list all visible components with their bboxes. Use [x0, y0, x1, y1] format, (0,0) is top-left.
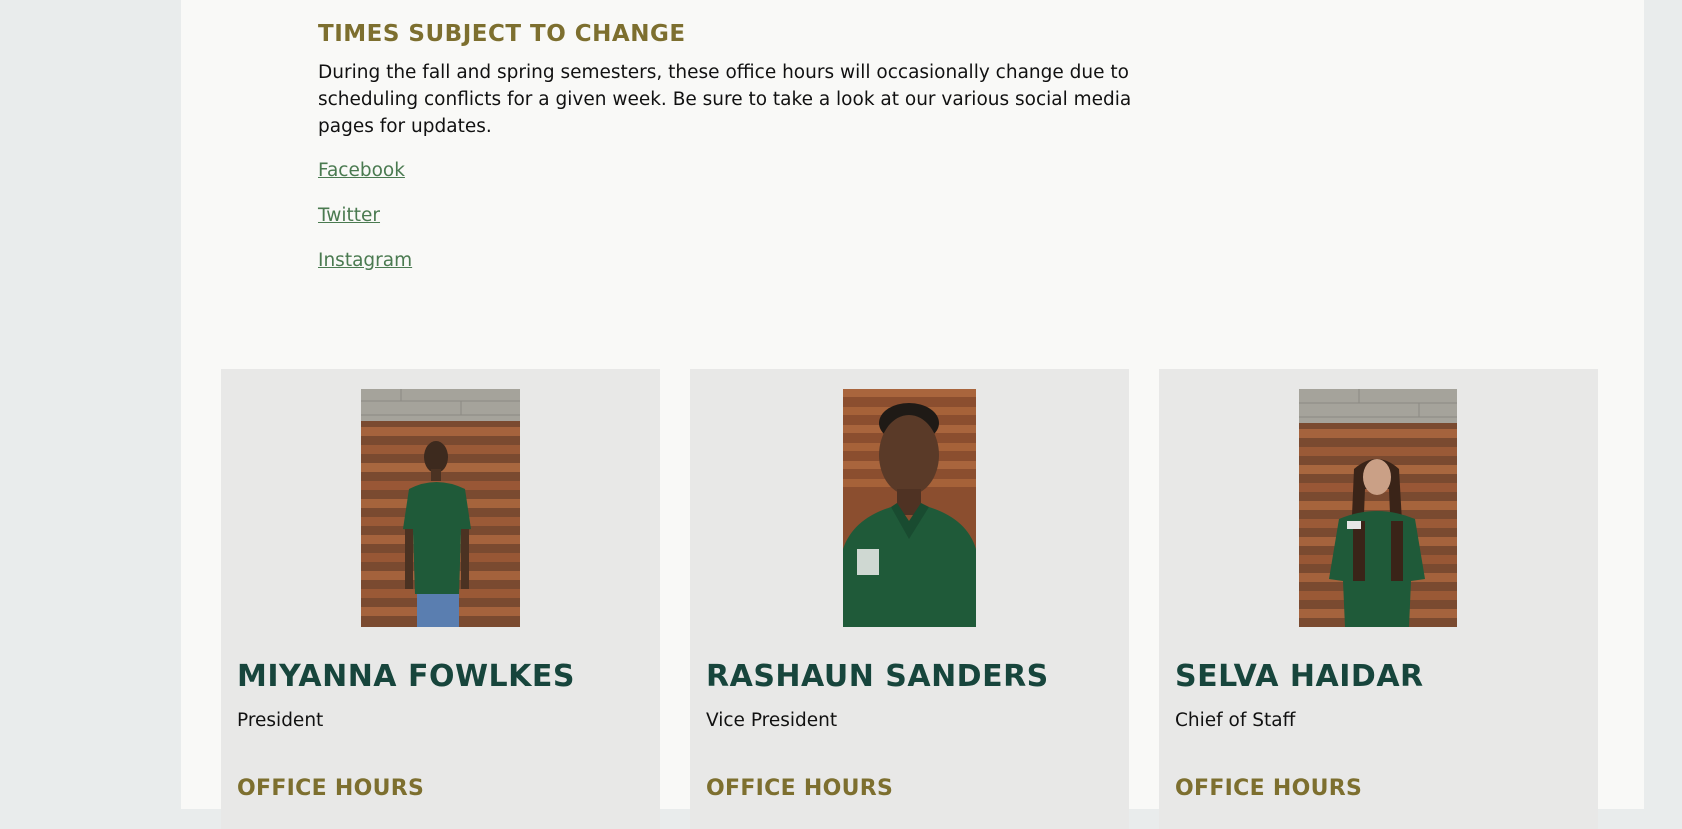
officer-card-vice-president: RASHAUN SANDERS Vice President OFFICE HO…	[690, 369, 1129, 829]
facebook-link[interactable]: Facebook	[318, 157, 405, 184]
officer-role: President	[237, 710, 324, 731]
officer-photo	[361, 389, 520, 627]
page-content: TIMES SUBJECT TO CHANGE During the fall …	[181, 0, 1644, 829]
office-hours-heading: OFFICE HOURS	[1175, 776, 1363, 801]
office-hours-heading: OFFICE HOURS	[237, 776, 425, 801]
instagram-link[interactable]: Instagram	[318, 247, 412, 274]
notice-body: During the fall and spring semesters, th…	[318, 62, 1132, 137]
social-links: Facebook Twitter Instagram	[318, 157, 1138, 274]
officer-role: Chief of Staff	[1175, 710, 1296, 731]
officer-card-chief-of-staff: SELVA HAIDAR Chief of Staff OFFICE HOURS	[1159, 369, 1598, 829]
officer-name: SELVA HAIDAR	[1175, 659, 1424, 694]
notice-heading: TIMES SUBJECT TO CHANGE	[318, 21, 686, 47]
officer-name: MIYANNA FOWLKES	[237, 659, 576, 694]
officer-photo	[1299, 389, 1457, 627]
office-hours-heading: OFFICE HOURS	[706, 776, 894, 801]
officer-photo	[843, 389, 976, 627]
twitter-link[interactable]: Twitter	[318, 202, 380, 229]
officer-card-president: MIYANNA FOWLKES President OFFICE HOURS	[221, 369, 660, 829]
officer-name: RASHAUN SANDERS	[706, 659, 1049, 694]
schedule-notice: TIMES SUBJECT TO CHANGE During the fall …	[318, 18, 1138, 274]
officer-role: Vice President	[706, 710, 838, 731]
